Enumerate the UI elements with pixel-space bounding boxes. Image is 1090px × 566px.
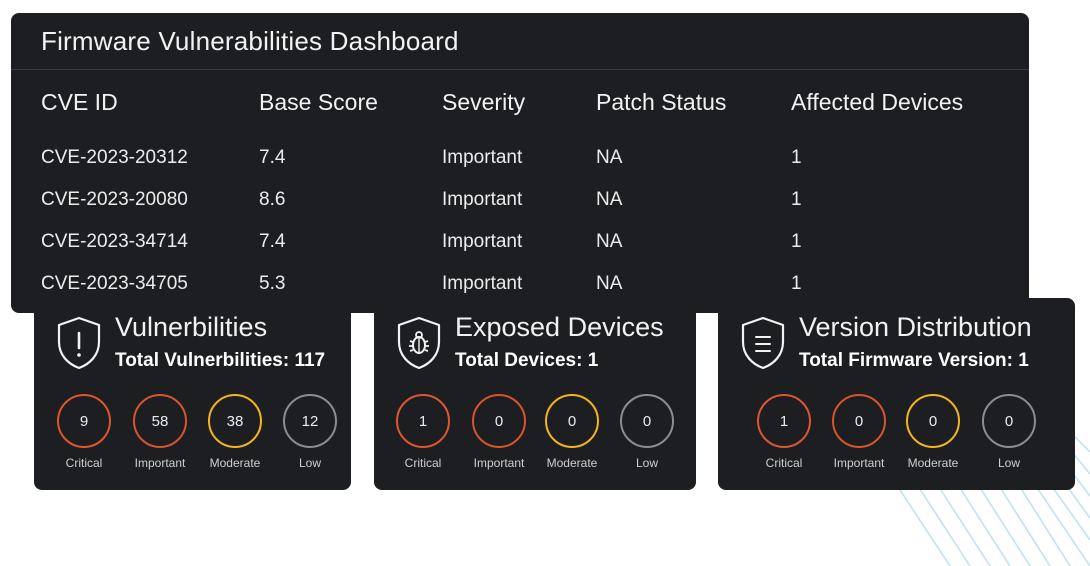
cve-id-cell[interactable]: CVE-2023-20312 (41, 147, 188, 169)
count-ring: 0 (472, 394, 526, 448)
severity-breakdown: 1 Critical 0 Important 0 Moderate 0 Low (718, 394, 1075, 474)
dashboard-title: Firmware Vulnerabilities Dashboard (41, 26, 459, 56)
column-header-base-score[interactable]: Base Score (259, 89, 378, 116)
count-ring: 0 (832, 394, 886, 448)
stat-label: Low (298, 456, 321, 470)
table-header-row: CVE ID Base Score Severity Patch Status … (41, 87, 1021, 137)
card-title: Version Distribution (799, 312, 1032, 342)
cve-table: CVE ID Base Score Severity Patch Status … (41, 87, 1021, 305)
count-ring: 38 (208, 394, 262, 448)
count-ring: 9 (57, 394, 111, 448)
title-divider (11, 69, 1029, 70)
severity-cell: Important (442, 147, 523, 168)
affected-devices-cell: 1 (791, 189, 802, 210)
cve-id-cell[interactable]: CVE-2023-34714 (41, 231, 188, 253)
stat-label: Low (635, 456, 658, 470)
column-header-cve-id[interactable]: CVE ID (41, 89, 118, 116)
stat-label: Important (833, 456, 885, 470)
card-title: Exposed Devices (455, 312, 664, 342)
severity-cell: Important (442, 273, 523, 294)
count-ring: 0 (982, 394, 1036, 448)
card-subtitle: Total Devices: 1 (455, 350, 599, 371)
exposed-devices-card[interactable]: Exposed Devices Total Devices: 1 1 Criti… (374, 298, 696, 490)
stat-label: Important (134, 456, 186, 470)
severity-breakdown: 9 Critical 58 Important 38 Moderate 12 L… (34, 394, 351, 474)
stat-label: Moderate (209, 456, 261, 470)
table-row[interactable]: CVE-2023-20312 7.4 Important NA 1 (41, 137, 1021, 179)
column-header-severity[interactable]: Severity (442, 89, 525, 116)
count-ring: 1 (396, 394, 450, 448)
card-subtitle: Total Firmware Version: 1 (799, 350, 1029, 371)
severity-cell: Important (442, 189, 523, 210)
stat-important[interactable]: 0 Important (459, 394, 539, 470)
patch-status-cell: NA (596, 189, 623, 210)
stat-label: Critical (65, 456, 103, 470)
patch-status-cell: NA (596, 231, 623, 252)
shield-list-icon (741, 316, 785, 370)
stat-critical[interactable]: 1 Critical (744, 394, 824, 470)
shield-bug-icon (397, 316, 441, 370)
affected-devices-cell: 1 (791, 147, 802, 168)
count-ring: 1 (757, 394, 811, 448)
card-subtitle: Total Vulnerbilities: 117 (115, 350, 326, 371)
version-distribution-card[interactable]: Version Distribution Total Firmware Vers… (718, 298, 1075, 490)
stat-label: Low (997, 456, 1020, 470)
count-ring: 0 (545, 394, 599, 448)
stat-low[interactable]: 0 Low (607, 394, 687, 470)
stat-low[interactable]: 0 Low (969, 394, 1049, 470)
count-ring: 0 (906, 394, 960, 448)
stat-label: Important (473, 456, 525, 470)
stat-label: Critical (404, 456, 442, 470)
count-ring: 12 (283, 394, 337, 448)
table-row[interactable]: CVE-2023-20080 8.6 Important NA 1 (41, 179, 1021, 221)
stat-label: Moderate (907, 456, 959, 470)
count-ring: 0 (620, 394, 674, 448)
patch-status-cell: NA (596, 147, 623, 168)
stat-moderate[interactable]: 38 Moderate (195, 394, 275, 470)
affected-devices-cell: 1 (791, 231, 802, 252)
patch-status-cell: NA (596, 273, 623, 294)
table-row[interactable]: CVE-2023-34714 7.4 Important NA 1 (41, 221, 1021, 263)
column-header-patch-status[interactable]: Patch Status (596, 89, 726, 116)
stat-label: Critical (765, 456, 803, 470)
stat-critical[interactable]: 1 Critical (383, 394, 463, 470)
stat-important[interactable]: 0 Important (819, 394, 899, 470)
column-header-affected-devices[interactable]: Affected Devices (791, 89, 963, 116)
severity-cell: Important (442, 231, 523, 252)
shield-alert-icon (57, 316, 101, 370)
cve-id-cell[interactable]: CVE-2023-34705 (41, 273, 188, 295)
vulnerabilities-card[interactable]: Vulnerbilities Total Vulnerbilities: 117… (34, 298, 351, 490)
base-score-cell: 7.4 (259, 231, 286, 252)
stat-important[interactable]: 58 Important (120, 394, 200, 470)
cve-id-cell[interactable]: CVE-2023-20080 (41, 189, 188, 211)
stat-low[interactable]: 12 Low (270, 394, 350, 470)
stat-moderate[interactable]: 0 Moderate (893, 394, 973, 470)
base-score-cell: 5.3 (259, 273, 286, 294)
stat-label: Moderate (546, 456, 598, 470)
vulnerabilities-table-panel: Firmware Vulnerabilities Dashboard CVE I… (11, 13, 1029, 313)
severity-breakdown: 1 Critical 0 Important 0 Moderate 0 Low (374, 394, 696, 474)
card-title: Vulnerbilities (115, 312, 268, 342)
stat-moderate[interactable]: 0 Moderate (532, 394, 612, 470)
base-score-cell: 8.6 (259, 189, 286, 210)
affected-devices-cell: 1 (791, 273, 802, 294)
base-score-cell: 7.4 (259, 147, 286, 168)
count-ring: 58 (133, 394, 187, 448)
stat-critical[interactable]: 9 Critical (44, 394, 124, 470)
